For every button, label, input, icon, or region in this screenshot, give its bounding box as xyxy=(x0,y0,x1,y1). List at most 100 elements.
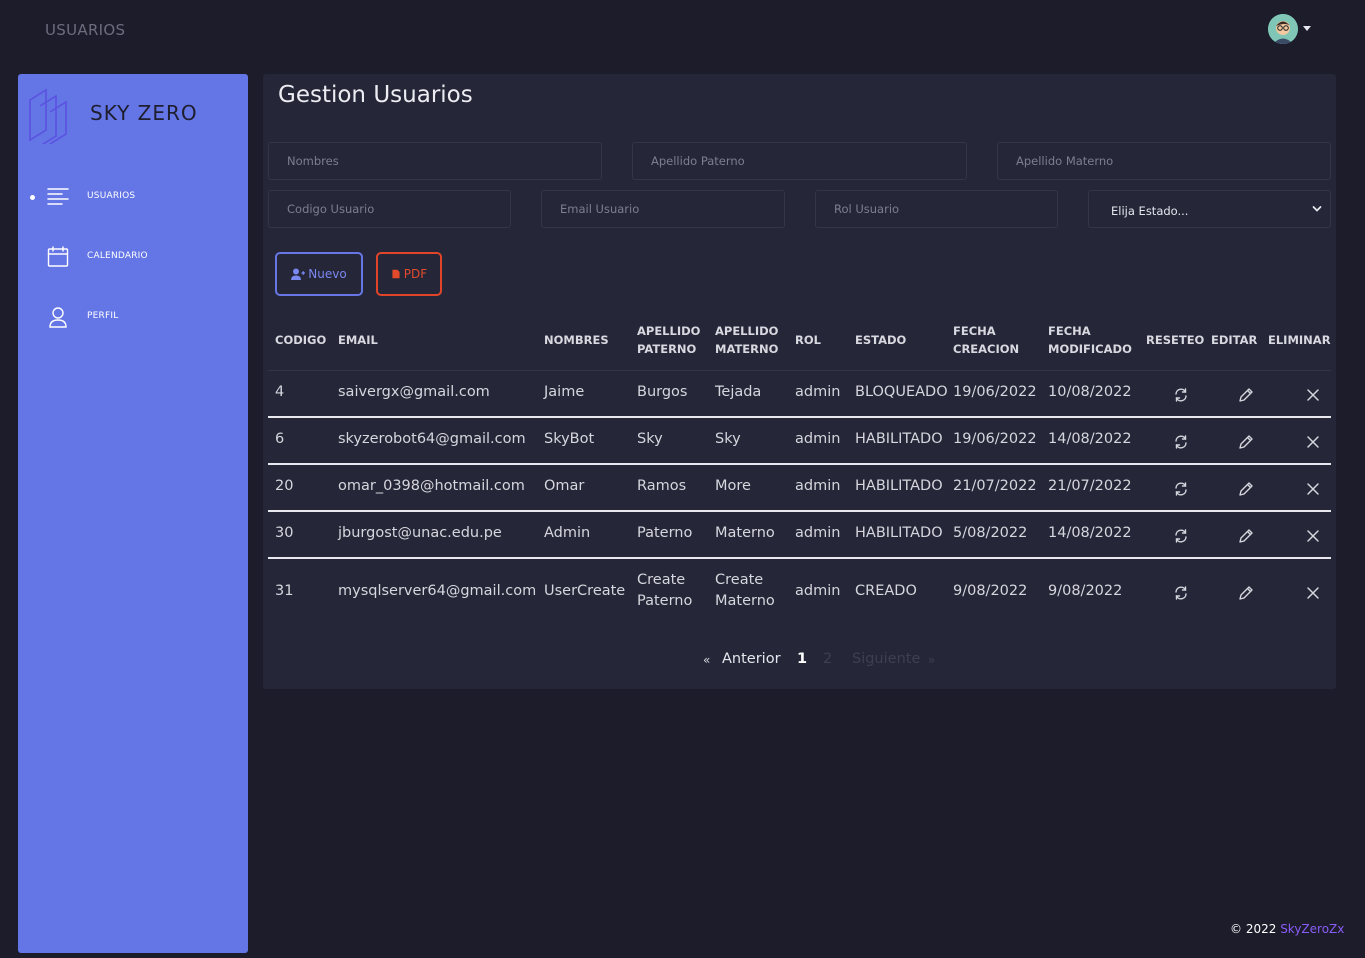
column-header-email: EMAIL xyxy=(338,333,378,347)
pagination-prev-arrow[interactable]: « xyxy=(703,653,710,667)
column-header-fecha-creacion: FECHA CREACION xyxy=(953,324,1020,356)
cell-email: saivergx@gmail.com xyxy=(338,384,490,400)
cell-fecha-creacion: 19/06/2022 xyxy=(953,431,1037,447)
pdf-button-label: PDF xyxy=(403,267,428,281)
column-header-estado: ESTADO xyxy=(855,333,907,347)
cell-apellido-paterno: Paterno xyxy=(637,525,693,541)
column-header-editar: EDITAR xyxy=(1211,333,1258,347)
sidebar-item-label: USUARIOS xyxy=(87,191,136,201)
column-header-apellido-materno: APELLIDO MATERNO xyxy=(715,324,779,356)
pencil-icon[interactable] xyxy=(1238,387,1254,403)
column-header-reseteo: RESETEO xyxy=(1146,333,1205,347)
close-icon[interactable] xyxy=(1305,528,1321,544)
estado-select[interactable]: Elija Estado... xyxy=(1088,190,1331,228)
cell-nombres: Omar xyxy=(544,478,585,494)
list-icon xyxy=(47,188,69,205)
pagination-next-arrow[interactable]: » xyxy=(928,653,935,667)
brand-name: SKY ZERO xyxy=(90,101,198,125)
sidebar-item-perfil[interactable]: PERFIL xyxy=(18,297,248,337)
refresh-icon[interactable] xyxy=(1173,434,1189,450)
rol-filter-input[interactable] xyxy=(815,190,1058,228)
refresh-icon[interactable] xyxy=(1173,585,1189,601)
cell-email: mysqlserver64@gmail.com xyxy=(338,583,537,599)
refresh-icon[interactable] xyxy=(1173,528,1189,544)
cell-fecha-modificado: 10/08/2022 xyxy=(1048,384,1132,400)
estado-select-value: Elija Estado... xyxy=(1111,204,1189,218)
cell-rol: admin xyxy=(795,525,841,541)
cell-email: jburgost@unac.edu.pe xyxy=(338,525,502,541)
chevron-down-icon xyxy=(1312,206,1322,212)
cell-codigo: 20 xyxy=(275,478,294,494)
column-header-rol: ROL xyxy=(795,333,821,347)
column-header-codigo: CODIGO xyxy=(275,333,327,347)
cell-nombres: Jaime xyxy=(544,384,585,400)
brand-logo-icon xyxy=(29,88,67,144)
cell-rol: admin xyxy=(795,384,841,400)
cell-fecha-modificado: 14/08/2022 xyxy=(1048,431,1132,447)
cell-email: skyzerobot64@gmail.com xyxy=(338,431,526,447)
pagination-prev[interactable]: Anterior xyxy=(722,651,781,667)
pdf-file-icon xyxy=(392,269,400,279)
pagination-page-1[interactable]: 1 xyxy=(797,651,807,667)
sidebar-item-usuarios[interactable]: USUARIOS xyxy=(18,177,248,217)
sidebar-item-label: PERFIL xyxy=(87,311,119,321)
cell-apellido-materno: More xyxy=(715,478,751,494)
pencil-icon[interactable] xyxy=(1238,528,1254,544)
add-user-icon xyxy=(291,268,306,280)
cell-fecha-modificado: 21/07/2022 xyxy=(1048,478,1132,494)
cell-fecha-creacion: 21/07/2022 xyxy=(953,478,1037,494)
cell-codigo: 4 xyxy=(275,384,285,400)
footer-copyright: © 2022 xyxy=(1230,922,1277,936)
cell-codigo: 31 xyxy=(275,583,294,599)
refresh-icon[interactable] xyxy=(1173,387,1189,403)
cell-fecha-creacion: 5/08/2022 xyxy=(953,525,1028,541)
pencil-icon[interactable] xyxy=(1238,434,1254,450)
cell-apellido-paterno: Create Paterno xyxy=(637,572,693,609)
user-avatar-icon[interactable] xyxy=(1268,14,1298,44)
close-icon[interactable] xyxy=(1305,434,1321,450)
cell-codigo: 30 xyxy=(275,525,294,541)
sidebar: SKY ZERO USUARIOS CALENDARIO PERFIL xyxy=(18,74,248,953)
cell-apellido-paterno: Sky xyxy=(637,431,663,447)
apellido-paterno-filter-input[interactable] xyxy=(632,142,967,180)
cell-email: omar_0398@hotmail.com xyxy=(338,478,525,494)
page-title: Gestion Usuarios xyxy=(278,82,473,108)
pagination-next[interactable]: Siguiente xyxy=(852,651,920,667)
sidebar-item-label: CALENDARIO xyxy=(87,251,148,261)
calendar-icon xyxy=(47,246,69,267)
cell-nombres: Admin xyxy=(544,525,591,541)
sidebar-item-calendario[interactable]: CALENDARIO xyxy=(18,237,248,277)
cell-apellido-materno: Materno xyxy=(715,525,775,541)
user-icon xyxy=(49,307,67,328)
cell-fecha-creacion: 19/06/2022 xyxy=(953,384,1037,400)
refresh-icon[interactable] xyxy=(1173,481,1189,497)
column-header-eliminar: ELIMINAR xyxy=(1268,333,1331,347)
pdf-export-button[interactable]: PDF xyxy=(376,252,442,296)
cell-codigo: 6 xyxy=(275,431,285,447)
close-icon[interactable] xyxy=(1305,585,1321,601)
nombres-filter-input[interactable] xyxy=(268,142,602,180)
column-header-apellido-paterno: APELLIDO PATERNO xyxy=(637,324,701,356)
pencil-icon[interactable] xyxy=(1238,481,1254,497)
cell-fecha-modificado: 14/08/2022 xyxy=(1048,525,1132,541)
page-header-title: USUARIOS xyxy=(45,21,126,39)
close-icon[interactable] xyxy=(1305,481,1321,497)
cell-estado: HABILITADO xyxy=(855,478,943,494)
footer: © 2022 SkyZeroZx xyxy=(1230,922,1344,936)
close-icon[interactable] xyxy=(1305,387,1321,403)
new-user-button[interactable]: Nuevo xyxy=(275,252,363,296)
chevron-down-icon[interactable] xyxy=(1303,26,1311,31)
cell-apellido-paterno: Burgos xyxy=(637,384,688,400)
active-indicator xyxy=(30,195,35,200)
pagination-page-2[interactable]: 2 xyxy=(823,651,832,667)
codigo-filter-input[interactable] xyxy=(268,190,511,228)
pencil-icon[interactable] xyxy=(1238,585,1254,601)
footer-brand-link[interactable]: SkyZeroZx xyxy=(1280,922,1344,936)
cell-apellido-paterno: Ramos xyxy=(637,478,687,494)
email-filter-input[interactable] xyxy=(541,190,785,228)
cell-apellido-materno: Create Materno xyxy=(715,572,775,609)
users-card: Gestion Usuarios Elija Estado... Nuevo P… xyxy=(263,74,1336,689)
cell-rol: admin xyxy=(795,478,841,494)
apellido-materno-filter-input[interactable] xyxy=(997,142,1331,180)
cell-estado: HABILITADO xyxy=(855,431,943,447)
